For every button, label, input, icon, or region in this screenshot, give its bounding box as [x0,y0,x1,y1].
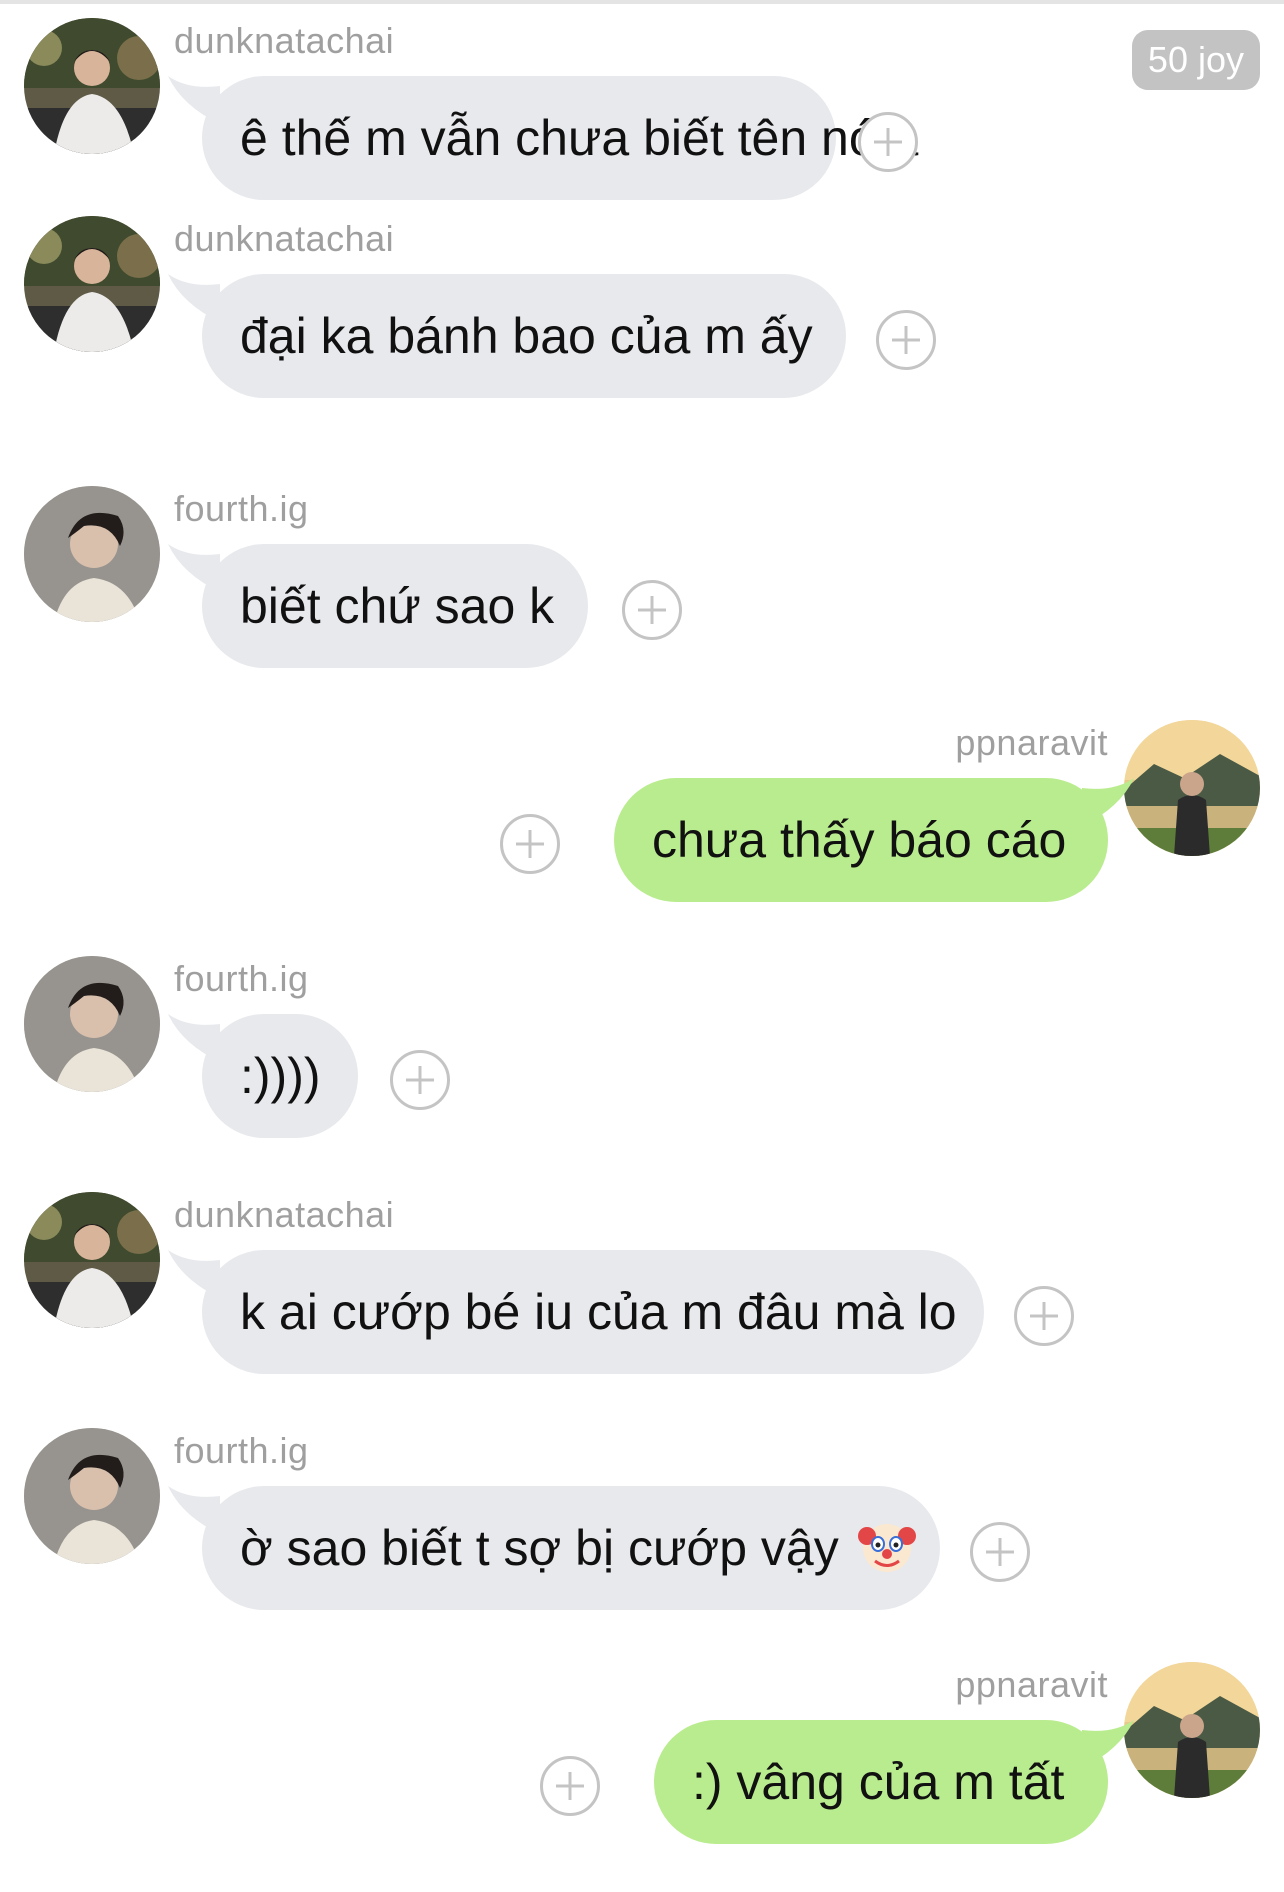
clown-face-icon [857,1523,916,1572]
sender-name: fourth.ig [174,1430,309,1471]
message-row: fourth.ig biết chứ sao k [0,486,1284,716]
fourth-avatar[interactable] [24,1428,160,1564]
dunk-avatar[interactable] [24,216,160,352]
sender-name: fourth.ig [174,958,309,999]
add-reaction-button[interactable] [622,580,682,640]
message-bubble[interactable]: đại ka bánh bao của m ấy [202,274,846,398]
add-reaction-button[interactable] [876,310,936,370]
message-row: dunknatachai ê thế m vẫn chưa biết tên n… [0,18,1284,248]
message-row: ppnaravit :) vâng của m tất [0,1662,1284,1892]
dunk-avatar[interactable] [24,18,160,154]
message-bubble[interactable]: ê thế m vẫn chưa biết tên nó à [202,76,918,200]
add-reaction-button[interactable] [858,112,918,172]
message-row: dunknatachai đại ka bánh bao của m ấy [0,216,1284,446]
top-divider [0,0,1284,4]
message-row: fourth.ig ờ sao biết t sợ bị cướp vậy [0,1428,1284,1658]
message-bubble[interactable]: :) vâng của m tất [654,1720,1108,1844]
add-reaction-button[interactable] [1014,1286,1074,1346]
sender-name: dunknatachai [174,218,395,259]
message-row: fourth.ig :)))) [0,956,1284,1186]
ppnaravit-avatar[interactable] [1124,1662,1260,1798]
dunk-avatar[interactable] [24,1192,160,1328]
sender-name: ppnaravit [955,1664,1108,1705]
message-bubble[interactable]: biết chứ sao k [202,544,588,668]
message-bubble[interactable]: ờ sao biết t sợ bị cướp vậy [202,1486,940,1610]
add-reaction-button[interactable] [540,1756,600,1816]
message-text: ờ sao biết t sợ bị cướp vậy [240,1520,839,1576]
add-reaction-button[interactable] [970,1522,1030,1582]
add-reaction-button[interactable] [500,814,560,874]
message-row: dunknatachai k ai cướp bé iu của m đâu m… [0,1192,1284,1422]
ppnaravit-avatar[interactable] [1124,720,1260,856]
sender-name: dunknatachai [174,1194,395,1235]
add-reaction-button[interactable] [390,1050,450,1110]
sender-name: dunknatachai [174,20,395,61]
fourth-avatar[interactable] [24,956,160,1092]
message-bubble[interactable]: chưa thấy báo cáo [614,778,1108,902]
message-row: ppnaravit chưa thấy báo cáo [0,720,1284,950]
message-bubble[interactable]: k ai cướp bé iu của m đâu mà lo [202,1250,984,1374]
sender-name: ppnaravit [955,722,1108,763]
fourth-avatar[interactable] [24,486,160,622]
message-bubble[interactable]: :)))) [202,1014,358,1138]
sender-name: fourth.ig [174,488,309,529]
